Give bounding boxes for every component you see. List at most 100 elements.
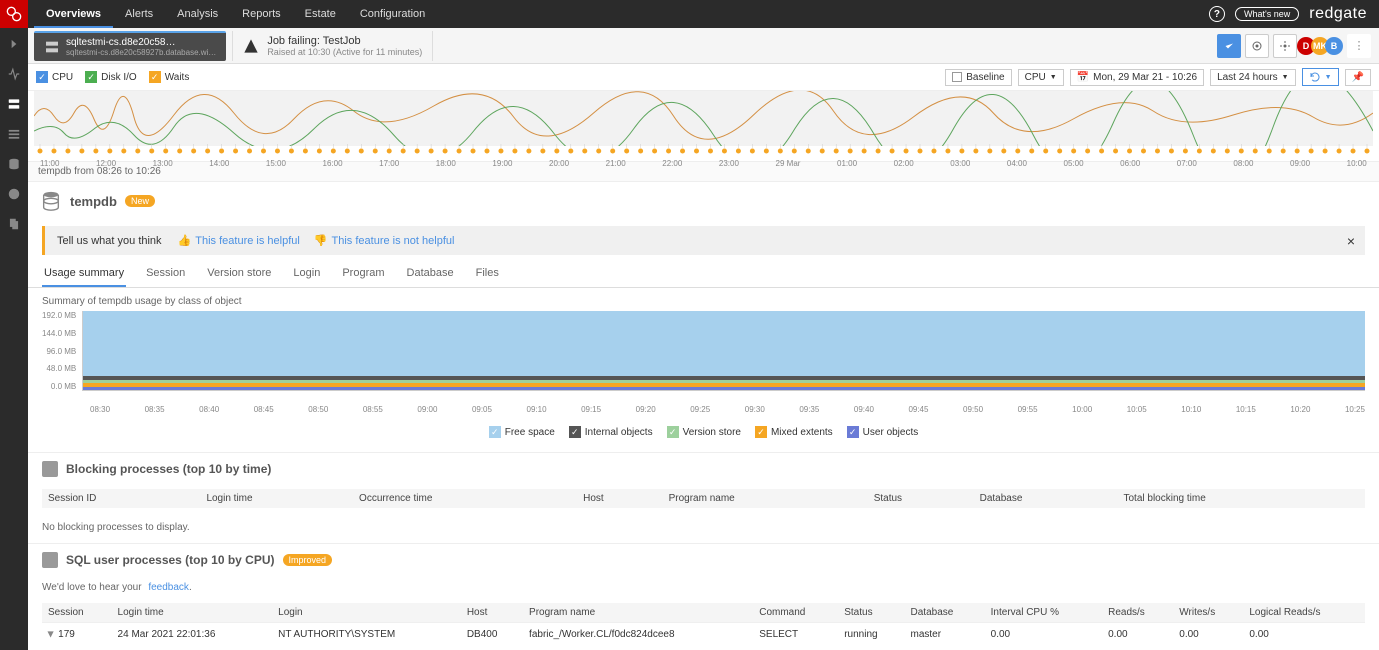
table-col-header[interactable]: Login <box>272 603 461 623</box>
database-icon <box>40 190 62 212</box>
usage-plot <box>82 311 1365 391</box>
legend-item[interactable]: ✓Internal objects <box>569 426 653 438</box>
table-col-header[interactable]: Reads/s <box>1102 603 1173 623</box>
table-col-header[interactable]: Command <box>753 603 838 623</box>
nav-configuration[interactable]: Configuration <box>348 0 437 28</box>
whats-new-button[interactable]: What's new <box>1235 7 1299 21</box>
range-select[interactable]: Last 24 hours▼ <box>1210 69 1296 86</box>
table-col-header[interactable]: Host <box>461 603 523 623</box>
table-col-header[interactable]: Login time <box>112 603 273 623</box>
legend-item[interactable]: ✓Mixed extents <box>755 426 833 438</box>
target-button[interactable] <box>1245 34 1269 58</box>
table-col-header[interactable]: Interval CPU % <box>985 603 1102 623</box>
sidebar-server-icon[interactable] <box>4 94 24 114</box>
db-section-header: tempdb New <box>28 182 1379 220</box>
table-col-header[interactable]: Program name <box>523 603 753 623</box>
metric-select[interactable]: CPU▼ <box>1018 69 1064 86</box>
sidebar-copy-icon[interactable] <box>4 214 24 234</box>
nav-alerts[interactable]: Alerts <box>113 0 165 28</box>
table-col-header[interactable]: Program name <box>663 489 868 508</box>
top-right: ? What's new redgate <box>1209 5 1379 23</box>
baseline-checkbox[interactable]: Baseline <box>945 69 1011 86</box>
feedback-link[interactable]: feedback <box>148 582 189 593</box>
sidebar-expand-icon[interactable] <box>4 34 24 54</box>
table-row[interactable]: ▶17924 Mar 2021 22:01:36NT AUTHORITY\SYS… <box>42 623 1365 647</box>
usage-chart[interactable]: 192.0 MB144.0 MB96.0 MB48.0 MB0.0 MB 08:… <box>28 311 1379 418</box>
usage-legend: ✓Free space ✓Internal objects ✓Version sto… <box>28 418 1379 452</box>
topbar: Overviews Alerts Analysis Reports Estate… <box>0 0 1379 28</box>
context-actions: D MK B ⋮ <box>1217 34 1379 58</box>
feedback-bar: Tell us what you think 👍 This feature is… <box>42 226 1365 255</box>
overview-x-axis: 11:0012:0013:0014:0015:0016:0017:0018:00… <box>34 159 1373 168</box>
sidebar-clock-icon[interactable] <box>4 184 24 204</box>
tab-version-store[interactable]: Version store <box>205 261 273 287</box>
sidebar <box>0 28 28 650</box>
refresh-button[interactable]: ▼ <box>1302 68 1339 86</box>
help-icon[interactable]: ? <box>1209 6 1225 22</box>
settings-button[interactable] <box>1273 34 1297 58</box>
context-bar: sqltestmi-cs.d8e20c58927b… sqltestmi-cs.… <box>28 28 1379 64</box>
date-picker[interactable]: 📅Mon, 29 Mar 21 - 10:26 <box>1070 69 1204 86</box>
table-col-header[interactable]: Status <box>868 489 974 508</box>
warning-icon <box>243 38 259 54</box>
table-col-header[interactable]: Database <box>974 489 1118 508</box>
alert-banner[interactable]: Job failing: TestJob Raised at 10:30 (Ac… <box>232 31 433 61</box>
table-icon <box>42 461 58 477</box>
tab-database[interactable]: Database <box>405 261 456 287</box>
nav-analysis[interactable]: Analysis <box>165 0 230 28</box>
alert-subtitle: Raised at 10:30 (Active for 11 minutes) <box>267 47 422 57</box>
table-col-header[interactable]: Database <box>905 603 985 623</box>
nav-overviews[interactable]: Overviews <box>34 0 113 28</box>
userproc-title: SQL user processes (top 10 by CPU) <box>66 553 275 567</box>
table-col-header[interactable]: Logical Reads/s <box>1243 603 1365 623</box>
close-icon[interactable]: × <box>1347 233 1355 249</box>
userproc-feedback: We'd love to hear your feedback. <box>28 576 1379 599</box>
blocking-title: Blocking processes (top 10 by time) <box>66 462 271 476</box>
metric-cpu-checkbox[interactable]: ✓CPU <box>36 71 73 83</box>
legend-item[interactable]: ✓Version store <box>667 426 741 438</box>
metric-disk-checkbox[interactable]: ✓Disk I/O <box>85 71 137 83</box>
usage-chart-title: Summary of tempdb usage by class of obje… <box>28 288 1379 311</box>
pin-button[interactable]: 📌 <box>1345 69 1371 86</box>
thumbs-down-icon[interactable]: 👎 <box>314 234 328 247</box>
blocking-section-header: Blocking processes (top 10 by time) <box>28 452 1379 485</box>
calendar-icon: 📅 <box>1077 72 1089 83</box>
table-col-header[interactable]: Login time <box>200 489 353 508</box>
table-col-header[interactable]: Total blocking time <box>1118 489 1366 508</box>
tab-login[interactable]: Login <box>291 261 322 287</box>
table-col-header[interactable]: Session ID <box>42 489 200 508</box>
server-icon <box>44 39 60 55</box>
legend-item[interactable]: ✓User objects <box>847 426 919 438</box>
feedback-helpful[interactable]: This feature is helpful <box>195 235 300 247</box>
server-sub: sqltestmi-cs.d8e20c58927b.database.wi… <box>66 48 216 57</box>
table-col-header[interactable]: Occurrence time <box>353 489 577 508</box>
table-col-header[interactable]: Host <box>577 489 662 508</box>
legend-item[interactable]: ✓Free space <box>489 426 555 438</box>
new-badge: New <box>125 195 155 207</box>
nav-reports[interactable]: Reports <box>230 0 293 28</box>
thumbs-up-icon[interactable]: 👍 <box>178 234 192 247</box>
userproc-section-header: SQL user processes (top 10 by CPU) Impro… <box>28 543 1379 576</box>
sidebar-db-icon[interactable] <box>4 154 24 174</box>
table-col-header[interactable]: Session <box>42 603 112 623</box>
detail-tabs: Usage summary Session Version store Logi… <box>28 261 1379 288</box>
tab-program[interactable]: Program <box>340 261 386 287</box>
more-button[interactable]: ⋮ <box>1347 34 1371 58</box>
usage-y-axis: 192.0 MB144.0 MB96.0 MB48.0 MB0.0 MB <box>42 311 82 391</box>
user-avatars[interactable]: D MK B <box>1301 37 1343 55</box>
server-breadcrumb[interactable]: sqltestmi-cs.d8e20c58927b… sqltestmi-cs.… <box>34 31 226 61</box>
metric-waits-checkbox[interactable]: ✓Waits <box>149 71 190 83</box>
feedback-not-helpful[interactable]: This feature is not helpful <box>332 235 455 247</box>
tab-files[interactable]: Files <box>474 261 501 287</box>
tab-usage-summary[interactable]: Usage summary <box>42 261 126 287</box>
confirm-button[interactable] <box>1217 34 1241 58</box>
sidebar-list-icon[interactable] <box>4 124 24 144</box>
sidebar-activity-icon[interactable] <box>4 64 24 84</box>
nav-estate[interactable]: Estate <box>293 0 348 28</box>
app-logo[interactable] <box>0 0 28 28</box>
table-col-header[interactable]: Writes/s <box>1173 603 1243 623</box>
table-col-header[interactable]: Status <box>838 603 904 623</box>
tab-session[interactable]: Session <box>144 261 187 287</box>
db-name: tempdb <box>70 194 117 209</box>
overview-chart[interactable]: 11:0012:0013:0014:0015:0016:0017:0018:00… <box>28 91 1379 161</box>
